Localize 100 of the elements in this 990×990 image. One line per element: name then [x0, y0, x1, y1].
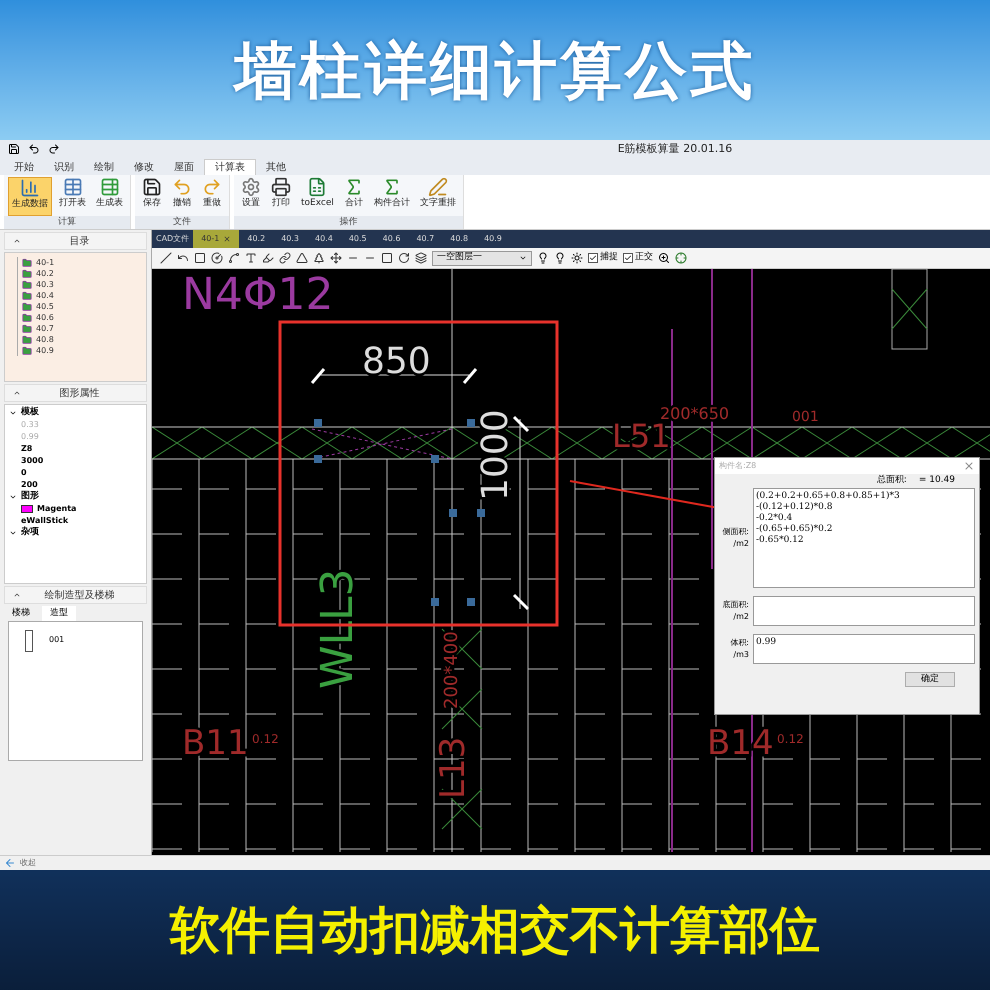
status-label[interactable]: 收起 — [20, 857, 36, 869]
menu-tab[interactable]: 识别 — [44, 159, 84, 175]
ribbon-group-label: 操作 — [234, 216, 463, 229]
tree-item[interactable]: 40.6 — [36, 312, 54, 324]
rectangle-icon[interactable] — [194, 252, 206, 264]
doc-tab[interactable]: 40-1 — [193, 230, 240, 248]
shape-item[interactable]: 001 — [49, 634, 64, 646]
checkbox-label: 捕捉 — [600, 251, 618, 264]
triangle-icon[interactable] — [296, 252, 308, 264]
ribbon-button[interactable]: toExcel — [298, 177, 337, 216]
ribbon-button[interactable]: 重做 — [199, 177, 225, 216]
close-icon[interactable] — [963, 460, 975, 472]
ribbon-button[interactable]: 生成表 — [93, 177, 126, 216]
ribbon-button[interactable]: 生成数据 — [8, 177, 52, 216]
undo-icon — [172, 177, 192, 197]
total-area-value: = 10.49 — [918, 474, 955, 488]
dialog-title: 构件名:Z8 — [719, 460, 756, 472]
crosshair-icon[interactable] — [675, 252, 687, 264]
checkbox[interactable] — [623, 253, 633, 263]
formula-text-area[interactable]: (0.2+0.2+0.65+0.8+0.85+1)*3 -(0.12+0.12)*0.8 -0.2*0.4 -(0.65+0.65)*0.2 -0.65*0.12 — [753, 488, 975, 588]
ribbon-button[interactable]: 合计 — [340, 177, 367, 216]
window-title: E筋模板算量 20.01.16 — [616, 140, 734, 157]
checkbox[interactable] — [588, 253, 598, 263]
expand-icon[interactable] — [9, 409, 17, 417]
tree-item[interactable]: 40.5 — [36, 300, 54, 312]
doc-tab[interactable]: 40.2 — [239, 230, 274, 248]
ribbon-button[interactable]: 撤销 — [169, 177, 195, 216]
rotate-icon[interactable] — [398, 252, 410, 264]
move-icon[interactable] — [330, 252, 342, 264]
lightbulb-icon[interactable] — [554, 252, 566, 264]
formula-text-area[interactable]: 0.99 — [753, 634, 975, 664]
total-area-label: 总面积: — [876, 474, 907, 488]
ribbon-button[interactable]: 设置 — [238, 177, 264, 216]
property-group-label: 模板 — [21, 406, 39, 420]
ribbon-button[interactable]: 打开表 — [56, 177, 89, 216]
layer-icon — [22, 268, 32, 278]
ribbon-group-label: 计算 — [4, 216, 130, 229]
layer-icon — [22, 280, 32, 290]
panel-header[interactable]: 图形属性 — [4, 384, 147, 402]
doc-tab[interactable]: 40.4 — [307, 230, 341, 248]
line-icon[interactable] — [160, 252, 172, 264]
zoom-icon[interactable] — [658, 252, 670, 264]
collapse-arrow-icon[interactable] — [4, 857, 16, 869]
layer-select[interactable]: 一空图层一 — [432, 250, 532, 266]
property-value: 200 — [21, 479, 38, 490]
collapse-icon — [13, 237, 21, 245]
undo-icon[interactable] — [28, 143, 40, 155]
menu-tab[interactable]: 其他 — [256, 159, 296, 175]
menu-tab[interactable]: 绘制 — [84, 159, 124, 175]
tree-item[interactable]: 40-1 — [36, 256, 54, 268]
panel-title: 绘制造型及楼梯 — [44, 588, 116, 602]
doc-tab[interactable]: 40.7 — [408, 230, 442, 248]
menu-tab[interactable]: 屋面 — [164, 159, 204, 175]
ok-button[interactable]: 确定 — [905, 672, 955, 687]
ribbon-group-label: 文件 — [135, 216, 229, 229]
tree-item[interactable]: 40.3 — [36, 278, 54, 290]
tree-item[interactable]: 40.4 — [36, 290, 54, 302]
panel-header[interactable]: 目录 — [4, 232, 147, 250]
property-value: 0.33 — [21, 419, 39, 431]
menu-tab[interactable]: 修改 — [124, 159, 164, 175]
tree-item[interactable]: 40.2 — [36, 268, 54, 280]
lightbulb-icon[interactable] — [537, 252, 549, 264]
ribbon-button[interactable]: 构件合计 — [370, 177, 413, 216]
mirror-icon[interactable] — [313, 252, 325, 264]
save-icon[interactable] — [8, 143, 20, 155]
highlighter-icon[interactable] — [262, 252, 274, 264]
menu-tab[interactable]: 开始 — [4, 159, 44, 175]
ribbon-button[interactable]: 打印 — [268, 177, 294, 216]
sun-icon[interactable] — [571, 252, 583, 264]
tree-item[interactable]: 40.8 — [36, 334, 54, 346]
close-icon[interactable] — [223, 235, 232, 243]
panel-tab[interactable]: 造型 — [42, 606, 76, 621]
ribbon-button[interactable]: 保存 — [139, 177, 165, 216]
save-icon — [142, 177, 162, 197]
doc-tab[interactable]: 40.6 — [374, 230, 408, 248]
menu-tab[interactable]: 计算表 — [204, 159, 256, 175]
doc-tab[interactable]: 40.5 — [340, 230, 375, 248]
offset-icon[interactable] — [381, 252, 393, 264]
ribbon-button[interactable]: 文字重排 — [416, 177, 459, 216]
cad-label: L13 — [433, 736, 473, 799]
doc-tab[interactable]: 40.3 — [273, 230, 307, 248]
expand-icon[interactable] — [9, 529, 17, 537]
panel-header[interactable]: 绘制造型及楼梯 — [4, 586, 147, 604]
tree-item[interactable]: 40.9 — [36, 344, 54, 356]
layers-icon[interactable] — [415, 252, 427, 264]
tree-item[interactable]: 40.7 — [36, 322, 54, 334]
doc-tab[interactable]: 40.8 — [442, 230, 476, 248]
arc-icon[interactable] — [177, 252, 189, 264]
bar-chart-icon — [20, 178, 40, 198]
circle-icon[interactable] — [211, 252, 223, 264]
cad-label: 200*400 — [441, 631, 462, 709]
polyline-icon[interactable] — [228, 252, 240, 264]
formula-text-area[interactable] — [753, 596, 975, 626]
cad-label: 0.12 — [252, 732, 279, 746]
layer-icon — [22, 290, 32, 300]
expand-icon[interactable] — [9, 493, 17, 501]
doc-tab[interactable]: 40.9 — [476, 230, 510, 248]
text-tool-icon[interactable] — [245, 252, 257, 264]
redo-icon[interactable] — [48, 143, 60, 155]
link-icon[interactable] — [279, 252, 291, 264]
